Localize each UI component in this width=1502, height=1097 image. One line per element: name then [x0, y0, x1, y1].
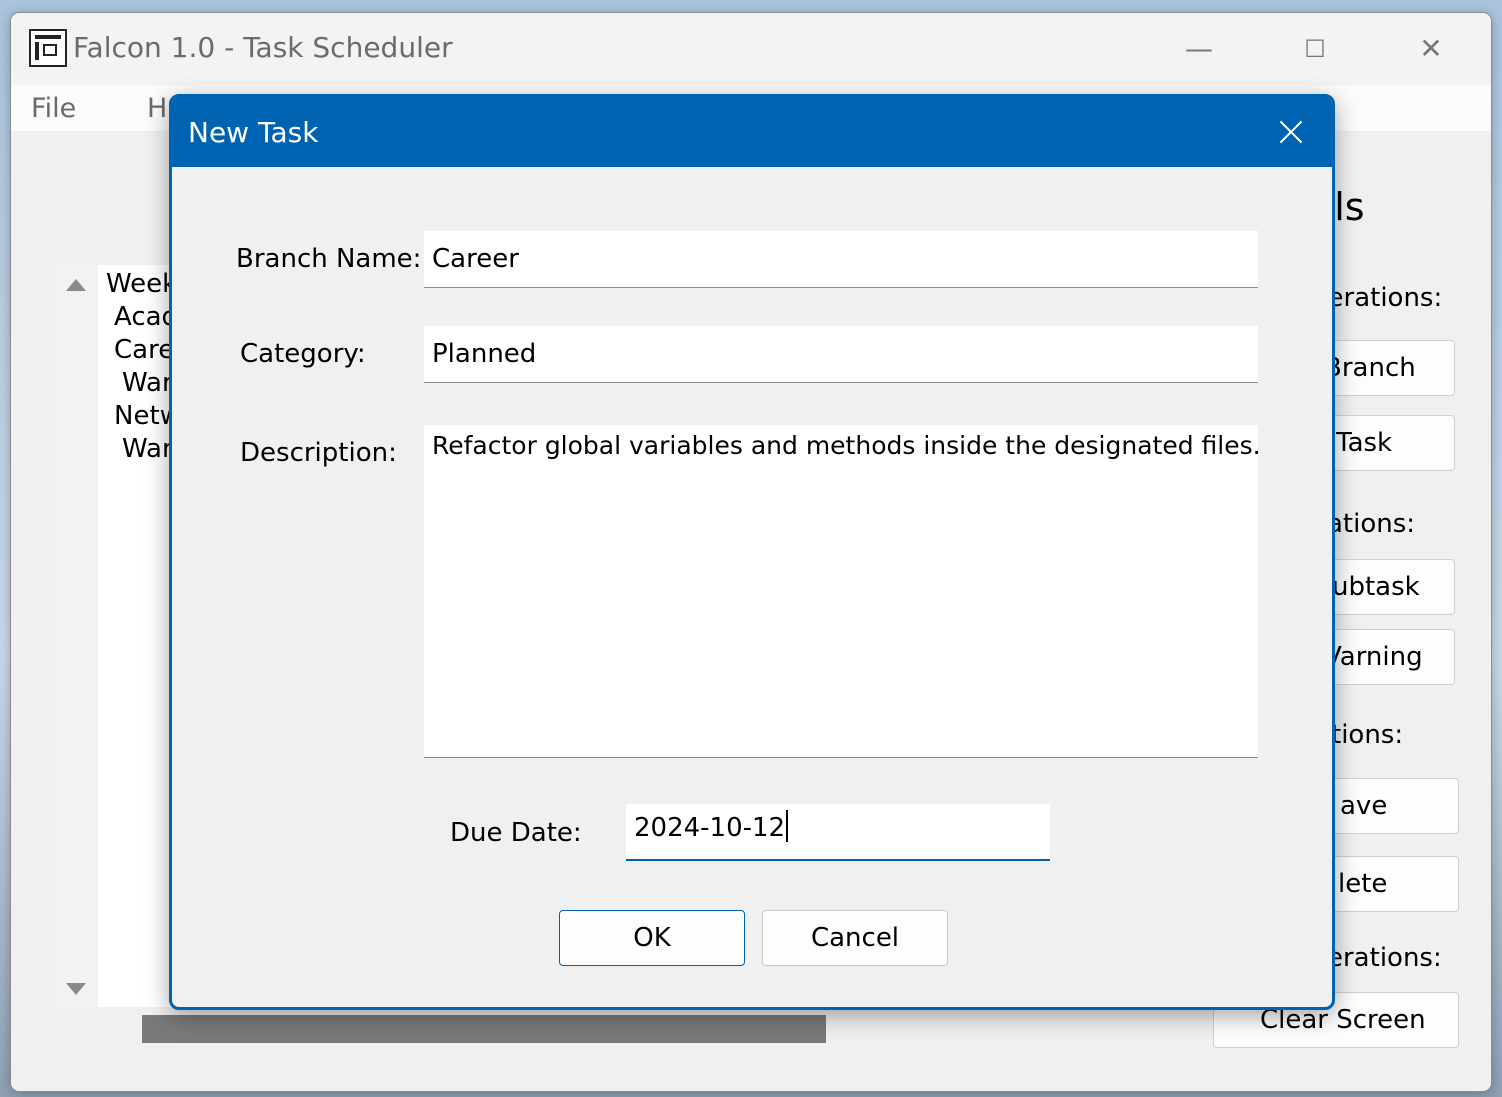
section-label-file-operations: tions: — [1331, 720, 1404, 750]
cancel-button[interactable]: Cancel — [762, 910, 948, 966]
menu-help[interactable]: H — [147, 93, 167, 124]
window-title: Falcon 1.0 - Task Scheduler — [73, 31, 453, 64]
scroll-down-icon[interactable] — [66, 983, 86, 995]
tree-item-week[interactable]: Week — [106, 269, 177, 299]
close-icon[interactable]: ✕ — [1411, 31, 1451, 67]
scroll-up-icon[interactable] — [66, 279, 86, 291]
title-bar: Falcon 1.0 - Task Scheduler — ☐ ✕ — [11, 13, 1491, 85]
dialog-title-bar: New Task — [172, 97, 1332, 167]
description-field[interactable]: Refactor global variables and methods in… — [424, 425, 1261, 758]
due-date-value: 2024-10-12 — [634, 813, 786, 843]
branch-name-field[interactable] — [424, 231, 1258, 288]
minimize-icon[interactable]: — — [1179, 31, 1219, 67]
description-label: Description: — [240, 438, 397, 468]
app-icon — [29, 29, 67, 67]
scrollbar-thumb[interactable] — [142, 1015, 826, 1043]
ok-button[interactable]: OK — [559, 910, 745, 966]
category-field[interactable] — [424, 326, 1258, 383]
due-date-field[interactable]: 2024-10-12 — [626, 804, 1050, 861]
category-label: Category: — [240, 339, 366, 369]
due-date-label: Due Date: — [450, 818, 582, 848]
maximize-icon[interactable]: ☐ — [1295, 31, 1335, 67]
close-icon[interactable] — [1272, 113, 1310, 151]
menu-file[interactable]: File — [31, 93, 76, 124]
section-label-screen-operations: erations: — [1327, 943, 1442, 973]
text-caret — [786, 810, 789, 842]
dialog-title: New Task — [188, 116, 319, 149]
vertical-scrollbar[interactable] — [54, 265, 98, 1007]
new-task-dialog: New Task Branch Name: Category: Descript… — [169, 94, 1335, 1010]
tree-item-warning[interactable]: War — [122, 368, 173, 398]
branch-name-label: Branch Name: — [236, 244, 422, 274]
section-label-task-operations: ations: — [1327, 509, 1416, 539]
tree-item-career[interactable]: Care — [114, 335, 174, 365]
tree-item-warning-2[interactable]: War — [122, 434, 173, 464]
horizontal-scrollbar[interactable] — [54, 1011, 1174, 1053]
